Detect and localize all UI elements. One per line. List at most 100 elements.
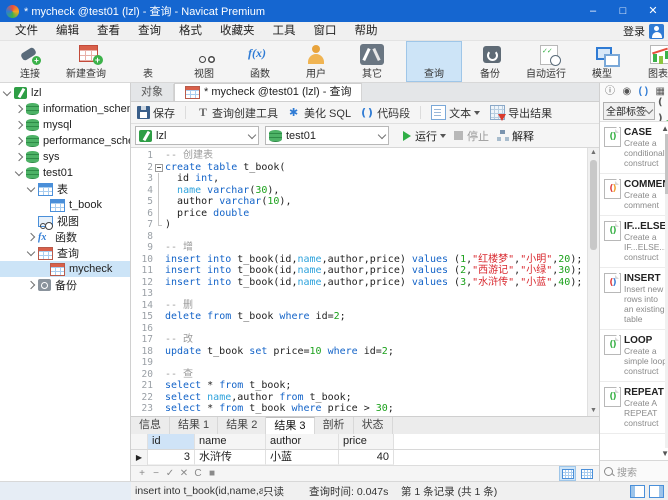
- tab-objects[interactable]: 对象: [131, 84, 174, 101]
- snippet-item-case[interactable]: ()CASECreate a conditional construct: [600, 122, 668, 174]
- tree-item-performance_schema[interactable]: performance_schema: [0, 133, 130, 149]
- result-tab-3[interactable]: 结果 3: [266, 417, 314, 434]
- tree-item-mysql[interactable]: mysql: [0, 117, 130, 133]
- tree-item-information_schema[interactable]: information_schema: [0, 101, 130, 117]
- cell-price[interactable]: 40: [339, 450, 394, 465]
- toolbar-chart-button[interactable]: 图表: [630, 41, 668, 82]
- toolbar-user-button[interactable]: 用户: [288, 41, 344, 82]
- info-icon[interactable]: ⓘ: [605, 83, 615, 100]
- add-record-button[interactable]: +: [135, 467, 149, 481]
- toolbar-auto-button[interactable]: 自动运行: [518, 41, 574, 82]
- toolbar-table-button[interactable]: 表: [120, 41, 176, 82]
- cell-author[interactable]: 小蓝: [266, 450, 339, 465]
- fold-marker-icon[interactable]: [153, 196, 163, 208]
- editor-scrollbar[interactable]: ▲ ▼: [587, 148, 599, 416]
- toggle-left-pane-button[interactable]: [630, 485, 645, 498]
- tree-item-lzl[interactable]: lzl: [0, 85, 130, 101]
- stop-button[interactable]: 停止: [454, 128, 489, 144]
- snippet-search[interactable]: 搜索: [600, 460, 668, 481]
- chevron-right-icon[interactable]: [27, 281, 35, 289]
- scroll-down-icon[interactable]: ▼: [590, 406, 597, 416]
- menu-item-0[interactable]: 文件: [6, 22, 47, 40]
- menu-item-8[interactable]: 帮助: [346, 22, 387, 40]
- menu-item-7[interactable]: 窗口: [305, 22, 346, 40]
- toggle-right-pane-button[interactable]: [649, 485, 664, 498]
- explain-button[interactable]: 解释: [497, 128, 534, 144]
- menu-item-4[interactable]: 格式: [170, 22, 211, 40]
- result-tab-1[interactable]: 结果 1: [170, 417, 218, 434]
- text-view-button[interactable]: 文本: [431, 105, 480, 121]
- cancel-record-button[interactable]: ✕: [177, 467, 191, 481]
- toolbar-backup-button[interactable]: 备份: [462, 41, 518, 82]
- query-builder-button[interactable]: 查询创建工具: [196, 105, 278, 121]
- fold-marker-icon[interactable]: [153, 219, 163, 231]
- chevron-right-icon[interactable]: [27, 233, 35, 241]
- scroll-down-icon[interactable]: ▼: [661, 449, 668, 458]
- column-header-id[interactable]: id: [148, 434, 195, 449]
- column-header-price[interactable]: price: [339, 434, 394, 449]
- tree-item-[interactable]: 视图: [0, 213, 130, 229]
- code-snippet-button[interactable]: 代码段: [361, 105, 410, 121]
- snippet-item-ifelse[interactable]: ()IF...ELSECreate a IF...ELSE... constru…: [600, 216, 668, 268]
- close-button[interactable]: ✕: [638, 0, 668, 22]
- scroll-up-icon[interactable]: ▲: [661, 124, 668, 133]
- tree-item-[interactable]: 函数: [0, 229, 130, 245]
- result-tab-0[interactable]: 信息: [131, 417, 170, 434]
- export-result-button[interactable]: 导出结果: [490, 105, 552, 121]
- toolbar-view-button[interactable]: 视图: [176, 41, 232, 82]
- fold-marker-icon[interactable]: [153, 162, 163, 174]
- stop-record-button[interactable]: ■: [205, 467, 219, 481]
- connection-select[interactable]: lzl: [135, 126, 259, 145]
- chevron-right-icon[interactable]: [15, 153, 23, 161]
- sql-editor[interactable]: 1-- 创建表2create table t_book(3 id int,4 n…: [131, 148, 599, 416]
- result-tab-2[interactable]: 结果 2: [218, 417, 266, 434]
- cell-id[interactable]: 3: [148, 450, 195, 465]
- tab-query-active[interactable]: * mycheck @test01 (lzl) - 查询: [174, 83, 362, 101]
- form-view-button[interactable]: [578, 466, 595, 481]
- toolbar-fx-button[interactable]: 函数: [232, 41, 288, 82]
- run-button[interactable]: 运行: [403, 128, 446, 144]
- menu-item-2[interactable]: 查看: [88, 22, 129, 40]
- snippet-item-repeat[interactable]: ()REPEATCreate A REPEAT construct: [600, 382, 668, 434]
- snippet-item-insert[interactable]: ()INSERTInsert new rows into an existing…: [600, 268, 668, 330]
- snippet-item-loop[interactable]: ()LOOPCreate a simple loop construct: [600, 330, 668, 382]
- tree-item-test01[interactable]: test01: [0, 165, 130, 181]
- column-header-author[interactable]: author: [266, 434, 339, 449]
- beautify-sql-button[interactable]: 美化 SQL: [288, 105, 351, 121]
- tree-item-[interactable]: 表: [0, 181, 130, 197]
- tree-item-sys[interactable]: sys: [0, 149, 130, 165]
- snippet-icon[interactable]: ( ): [639, 83, 648, 100]
- minimize-button[interactable]: –: [578, 0, 608, 22]
- result-tab-4[interactable]: 剖析: [315, 417, 354, 434]
- menu-item-1[interactable]: 编辑: [47, 22, 88, 40]
- chevron-right-icon[interactable]: [15, 137, 23, 145]
- grid-view-button[interactable]: [559, 466, 576, 481]
- fold-marker-icon[interactable]: [153, 208, 163, 220]
- toolbar-plug-button[interactable]: 连接: [2, 41, 58, 82]
- scrollbar-thumb[interactable]: [590, 160, 597, 250]
- chevron-right-icon[interactable]: [15, 121, 23, 129]
- snippet-item-comment[interactable]: ()COMMENTCreate a comment: [600, 174, 668, 216]
- toolbar-model-button[interactable]: 模型: [574, 41, 630, 82]
- cell-name[interactable]: 水浒传: [195, 450, 266, 465]
- delete-record-button[interactable]: −: [149, 467, 163, 481]
- snippet-filter-select[interactable]: 全部标签: [603, 102, 655, 120]
- tree-item-[interactable]: 备份: [0, 277, 130, 293]
- menu-item-3[interactable]: 查询: [129, 22, 170, 40]
- chevron-down-icon[interactable]: [27, 184, 35, 192]
- fold-marker-icon[interactable]: [153, 185, 163, 197]
- apply-record-button[interactable]: ✓: [163, 467, 177, 481]
- menu-item-5[interactable]: 收藏夹: [211, 22, 264, 40]
- tree-item-[interactable]: 查询: [0, 245, 130, 261]
- database-select[interactable]: test01: [265, 126, 389, 145]
- maximize-button[interactable]: □: [608, 0, 638, 22]
- toolbar-newquery-button[interactable]: 新建查询: [58, 41, 114, 82]
- scroll-up-icon[interactable]: ▲: [590, 148, 597, 158]
- fold-marker-icon[interactable]: [153, 173, 163, 185]
- result-grid-row[interactable]: ▶3水浒传小蓝40: [131, 450, 599, 465]
- chevron-down-icon[interactable]: [15, 168, 23, 176]
- save-button[interactable]: 保存: [137, 105, 175, 121]
- chevron-down-icon[interactable]: [27, 248, 35, 256]
- result-tab-5[interactable]: 状态: [354, 417, 393, 434]
- menu-item-6[interactable]: 工具: [264, 22, 305, 40]
